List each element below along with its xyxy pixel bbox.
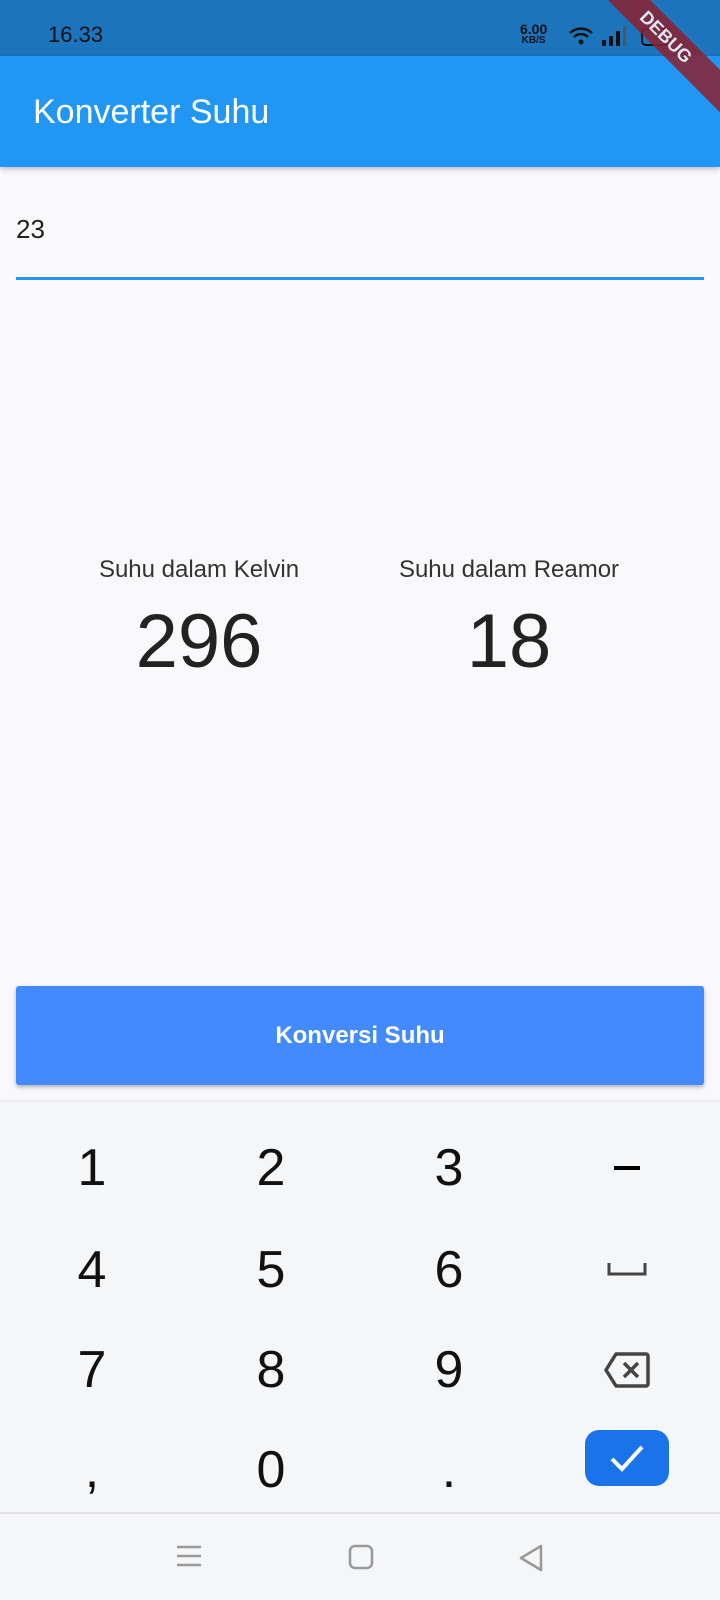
reamur-label: Suhu dalam Reamor [398, 556, 620, 583]
wifi-icon [569, 27, 593, 45]
key-6[interactable]: 6 [359, 1220, 539, 1320]
key-backspace[interactable] [537, 1320, 717, 1420]
backspace-icon [604, 1352, 650, 1388]
temperature-input[interactable] [16, 200, 704, 280]
key-8[interactable]: 8 [181, 1320, 361, 1420]
network-speed: 6.00 KB/S [520, 22, 547, 46]
page-title: Konverter Suhu [33, 93, 270, 131]
key-space[interactable] [537, 1220, 717, 1320]
space-icon [607, 1263, 647, 1276]
check-icon [610, 1445, 644, 1472]
key-2[interactable]: 2 [181, 1118, 361, 1218]
key-0[interactable]: 0 [181, 1420, 361, 1520]
key-7[interactable]: 7 [2, 1320, 182, 1420]
key-1[interactable]: 1 [2, 1118, 182, 1218]
menu-icon[interactable] [176, 1544, 202, 1573]
convert-button[interactable]: Konversi Suhu [16, 986, 704, 1085]
reamur-result: Suhu dalam Reamor 18 [359, 556, 659, 685]
key-9[interactable]: 9 [359, 1320, 539, 1420]
navigation-bar [0, 1512, 720, 1600]
numeric-keyboard: 1 2 3 4 5 6 7 8 9 , 0 . [0, 1100, 720, 1512]
key-period[interactable]: . [359, 1420, 539, 1520]
key-3[interactable]: 3 [359, 1118, 539, 1218]
minus-icon [614, 1166, 640, 1170]
kelvin-result: Suhu dalam Kelvin 296 [49, 556, 349, 685]
key-comma[interactable]: , [2, 1420, 182, 1520]
status-time: 16.33 [48, 22, 104, 47]
kelvin-label: Suhu dalam Kelvin [98, 556, 300, 583]
key-done[interactable] [585, 1430, 669, 1486]
status-bar: 16.33 6.00 KB/S [0, 0, 720, 56]
kelvin-value: 296 [135, 599, 263, 684]
key-5[interactable]: 5 [181, 1220, 361, 1320]
key-4[interactable]: 4 [2, 1220, 182, 1320]
key-minus[interactable] [537, 1118, 717, 1218]
speed-unit: KB/S [521, 35, 546, 46]
app-bar: Konverter Suhu [0, 56, 720, 167]
home-icon[interactable] [348, 1544, 374, 1575]
back-icon[interactable] [518, 1544, 544, 1577]
reamur-value: 18 [466, 599, 552, 684]
celsius-field[interactable] [16, 200, 704, 245]
signal-icon [602, 26, 626, 46]
